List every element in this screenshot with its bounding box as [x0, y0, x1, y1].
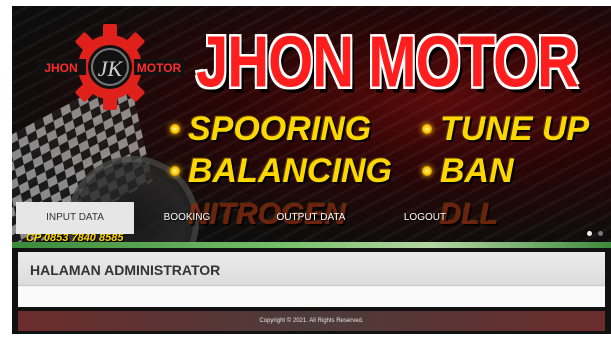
service-label: TUNE UP	[440, 110, 590, 148]
content-body	[18, 287, 605, 307]
logo-text-right: MOTOR	[137, 61, 182, 75]
slider-pagination	[587, 231, 603, 236]
nav-logout[interactable]: LOGOUT	[390, 202, 460, 234]
gear-logo-icon: JHON JK MOTOR	[36, 24, 184, 110]
slider-dot[interactable]	[587, 231, 592, 236]
slider-progress-bar	[12, 242, 611, 248]
logo-monogram: JK	[98, 56, 124, 81]
bullet-icon	[422, 124, 432, 134]
nav-booking[interactable]: BOOKING	[148, 202, 226, 234]
service-label: BALANCING	[188, 152, 392, 190]
slider-dot[interactable]	[598, 231, 603, 236]
logo-text-left: JHON	[44, 61, 77, 75]
main-content: HALAMAN ADMINISTRATOR	[18, 252, 605, 307]
service-label: BAN	[440, 152, 514, 190]
bullet-icon	[170, 166, 180, 176]
page-title: HALAMAN ADMINISTRATOR	[18, 252, 605, 286]
nav-output-data[interactable]: OUTPUT DATA	[262, 202, 360, 234]
footer-copyright: Copyright © 2021. All Rights Reserved.	[18, 311, 605, 331]
bullet-icon	[422, 166, 432, 176]
brand-title: JHON MOTOR	[196, 21, 579, 103]
nav-input-data[interactable]: INPUT DATA	[16, 202, 134, 234]
bullet-icon	[170, 124, 180, 134]
main-nav: INPUT DATA BOOKING OUTPUT DATA LOGOUT	[12, 202, 611, 234]
service-label: SPOORING	[188, 110, 372, 148]
page-frame: JHON JK MOTOR JHON MOTOR SPOORING TUNE U…	[12, 6, 611, 334]
